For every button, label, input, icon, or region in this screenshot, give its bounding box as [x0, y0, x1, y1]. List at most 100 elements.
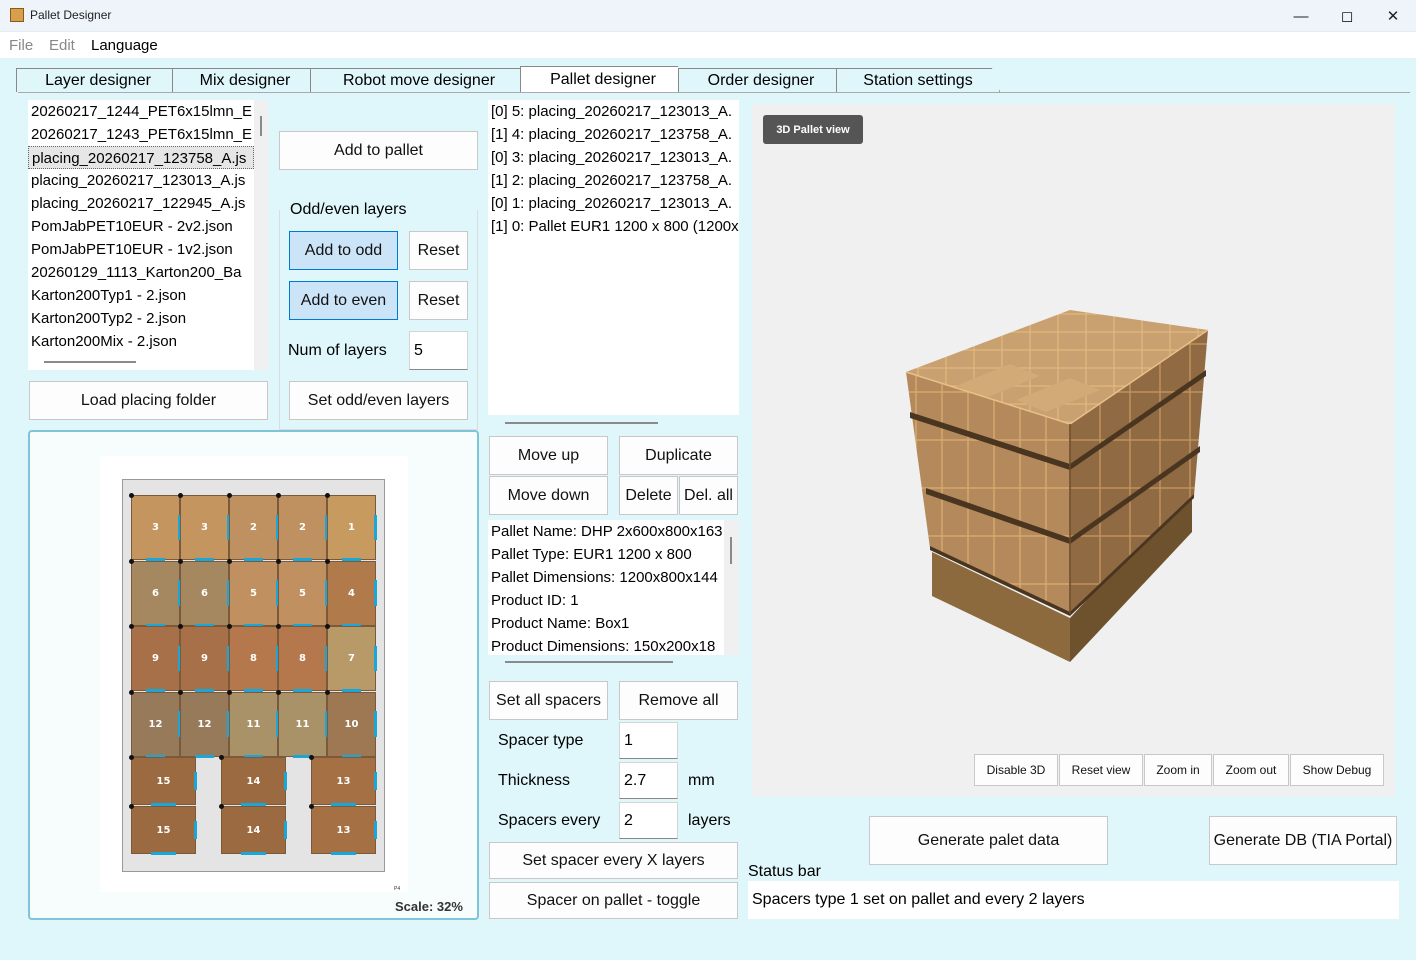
layer-box[interactable]: 6	[129, 558, 181, 627]
list-item: Pallet Name: DHP 2x600x800x163	[491, 523, 723, 540]
list-item[interactable]: [1] 0: Pallet EUR1 1200 x 800 (1200x	[488, 215, 739, 238]
spacer-on-pallet-toggle-button[interactable]: Spacer on pallet - toggle	[489, 882, 738, 919]
spacers-every-unit: layers	[688, 812, 731, 829]
menu-bar	[0, 32, 1416, 58]
spacers-every-input[interactable]: 2	[619, 802, 678, 839]
generate-db-button[interactable]: Generate DB (TIA Portal)	[1209, 816, 1397, 865]
layer-box[interactable]: 5	[276, 558, 328, 627]
layer-box[interactable]: 11	[276, 689, 328, 758]
tab-layer-designer[interactable]: Layer designer	[16, 68, 180, 92]
pallet-layers-list[interactable]: [0] 5: placing_20260217_123013_A. [1] 4:…	[488, 100, 739, 415]
info-hscroll-thumb[interactable]	[505, 661, 673, 663]
delete-all-button[interactable]: Del. all	[679, 476, 738, 515]
menu-language[interactable]: Language	[91, 37, 158, 54]
window-title: Pallet Designer	[30, 8, 112, 22]
corner-mark: P4	[394, 886, 401, 892]
list-item[interactable]: placing_20260217_123013_A.js	[28, 169, 254, 192]
list-item[interactable]: 20260129_1113_Karton200_Ba	[28, 261, 254, 284]
list-item[interactable]: Karton200Typ1 - 2.json	[28, 284, 254, 307]
list-item[interactable]: [1] 4: placing_20260217_123758_A.	[488, 123, 739, 146]
add-to-even-button[interactable]: Add to even	[289, 281, 398, 320]
list-item[interactable]: placing_20260217_122945_A.js	[28, 192, 254, 215]
set-odd-even-layers-button[interactable]: Set odd/even layers	[289, 381, 468, 420]
duplicate-button[interactable]: Duplicate	[619, 436, 738, 475]
minimize-icon[interactable]: —	[1278, 0, 1324, 32]
zoom-out-button[interactable]: Zoom out	[1213, 754, 1289, 786]
status-bar-label: Status bar	[748, 863, 821, 880]
add-to-odd-button[interactable]: Add to odd	[289, 231, 398, 270]
list-item[interactable]: Karton200Typ2 - 2.json	[28, 307, 254, 330]
pallet-layers-hscroll-thumb[interactable]	[505, 422, 658, 424]
reset-even-button[interactable]: Reset	[409, 281, 468, 320]
reset-odd-button[interactable]: Reset	[409, 231, 468, 270]
tab-order-designer[interactable]: Order designer	[678, 68, 844, 92]
reset-view-button[interactable]: Reset view	[1059, 754, 1143, 786]
layer-box[interactable]: 1	[325, 493, 377, 561]
list-item[interactable]: placing_20260217_123758_A.js	[28, 146, 254, 169]
pallet-info-list[interactable]: Pallet Name: DHP 2x600x800x163 Pallet Ty…	[488, 520, 724, 655]
layer-box[interactable]: 4	[325, 558, 377, 627]
tab-station-settings[interactable]: Station settings	[836, 68, 1000, 92]
info-vscroll-thumb[interactable]	[730, 537, 732, 564]
layer-box[interactable]: 8	[227, 624, 279, 692]
layer-box[interactable]: 2	[276, 493, 328, 561]
list-item[interactable]: [0] 3: placing_20260217_123013_A.	[488, 146, 739, 169]
set-spacer-every-x-button[interactable]: Set spacer every X layers	[489, 842, 738, 879]
tab-mix-designer[interactable]: Mix designer	[172, 68, 318, 92]
layer-box[interactable]: 11	[227, 689, 279, 758]
delete-button[interactable]: Delete	[619, 476, 678, 515]
add-to-pallet-button[interactable]: Add to pallet	[279, 131, 478, 170]
layer-box[interactable]: 8	[276, 624, 328, 692]
list-item[interactable]: 20260217_1243_PET6x15lmn_E	[28, 123, 254, 146]
tab-pallet-designer[interactable]: Pallet designer	[520, 66, 686, 92]
remove-all-spacers-button[interactable]: Remove all	[619, 681, 738, 720]
load-placing-folder-button[interactable]: Load placing folder	[29, 381, 268, 420]
set-all-spacers-button[interactable]: Set all spacers	[489, 681, 608, 720]
thickness-input[interactable]: 2.7	[619, 762, 678, 799]
list-item[interactable]: PomJabPET10EUR - 2v2.json	[28, 215, 254, 238]
list-item[interactable]: 20260217_1244_PET6x15lmn_E	[28, 100, 254, 123]
show-debug-button[interactable]: Show Debug	[1290, 754, 1384, 786]
menu-edit[interactable]: Edit	[49, 37, 75, 54]
layer-box[interactable]: 9	[178, 624, 230, 692]
layer-box[interactable]: 2	[227, 493, 279, 561]
layer-box[interactable]: 14	[219, 755, 287, 806]
list-item[interactable]: PomJabPET10EUR - 1v2.json	[28, 238, 254, 261]
move-up-button[interactable]: Move up	[489, 436, 608, 475]
layer-box[interactable]: 14	[219, 804, 287, 855]
layer-box[interactable]: 12	[129, 689, 181, 758]
layer-box[interactable]: 15	[129, 804, 197, 855]
placing-file-list[interactable]: 20260217_1244_PET6x15lmn_E 20260217_1243…	[28, 100, 254, 370]
maximize-icon[interactable]: ◻	[1324, 0, 1370, 32]
layer-box[interactable]: 3	[178, 493, 230, 561]
3d-pallet-view-tag: 3D Pallet view	[763, 115, 863, 144]
layer-box[interactable]: 5	[227, 558, 279, 627]
thickness-label: Thickness	[498, 772, 571, 789]
layer-box[interactable]: 15	[129, 755, 197, 806]
title-bar	[0, 0, 1416, 32]
list-item[interactable]: [0] 1: placing_20260217_123013_A.	[488, 192, 739, 215]
list-item[interactable]: [0] 5: placing_20260217_123013_A.	[488, 100, 739, 123]
layer-box[interactable]: 7	[325, 624, 377, 692]
generate-palet-data-button[interactable]: Generate palet data	[869, 816, 1108, 865]
close-icon[interactable]: ✕	[1370, 0, 1416, 32]
layer-box[interactable]: 12	[178, 689, 230, 758]
list-hscroll-thumb[interactable]	[44, 361, 136, 363]
layer-box[interactable]: 13	[309, 755, 377, 806]
num-layers-input[interactable]: 5	[409, 331, 468, 370]
layer-box[interactable]: 10	[325, 689, 377, 758]
pallet-3d-model	[905, 310, 1209, 662]
layer-box[interactable]: 13	[309, 804, 377, 855]
tab-robot-move-designer[interactable]: Robot move designer	[310, 68, 528, 92]
menu-file[interactable]: File	[9, 37, 33, 54]
spacer-type-input[interactable]: 1	[619, 722, 678, 759]
layer-box[interactable]: 6	[178, 558, 230, 627]
list-item[interactable]: Karton200Mix - 2.json	[28, 330, 254, 353]
layer-box[interactable]: 9	[129, 624, 181, 692]
zoom-in-button[interactable]: Zoom in	[1144, 754, 1212, 786]
layer-box[interactable]: 3	[129, 493, 181, 561]
list-item[interactable]: [1] 2: placing_20260217_123758_A.	[488, 169, 739, 192]
disable-3d-button[interactable]: Disable 3D	[974, 754, 1058, 786]
move-down-button[interactable]: Move down	[489, 476, 608, 515]
list-vscroll-thumb[interactable]	[260, 116, 262, 136]
